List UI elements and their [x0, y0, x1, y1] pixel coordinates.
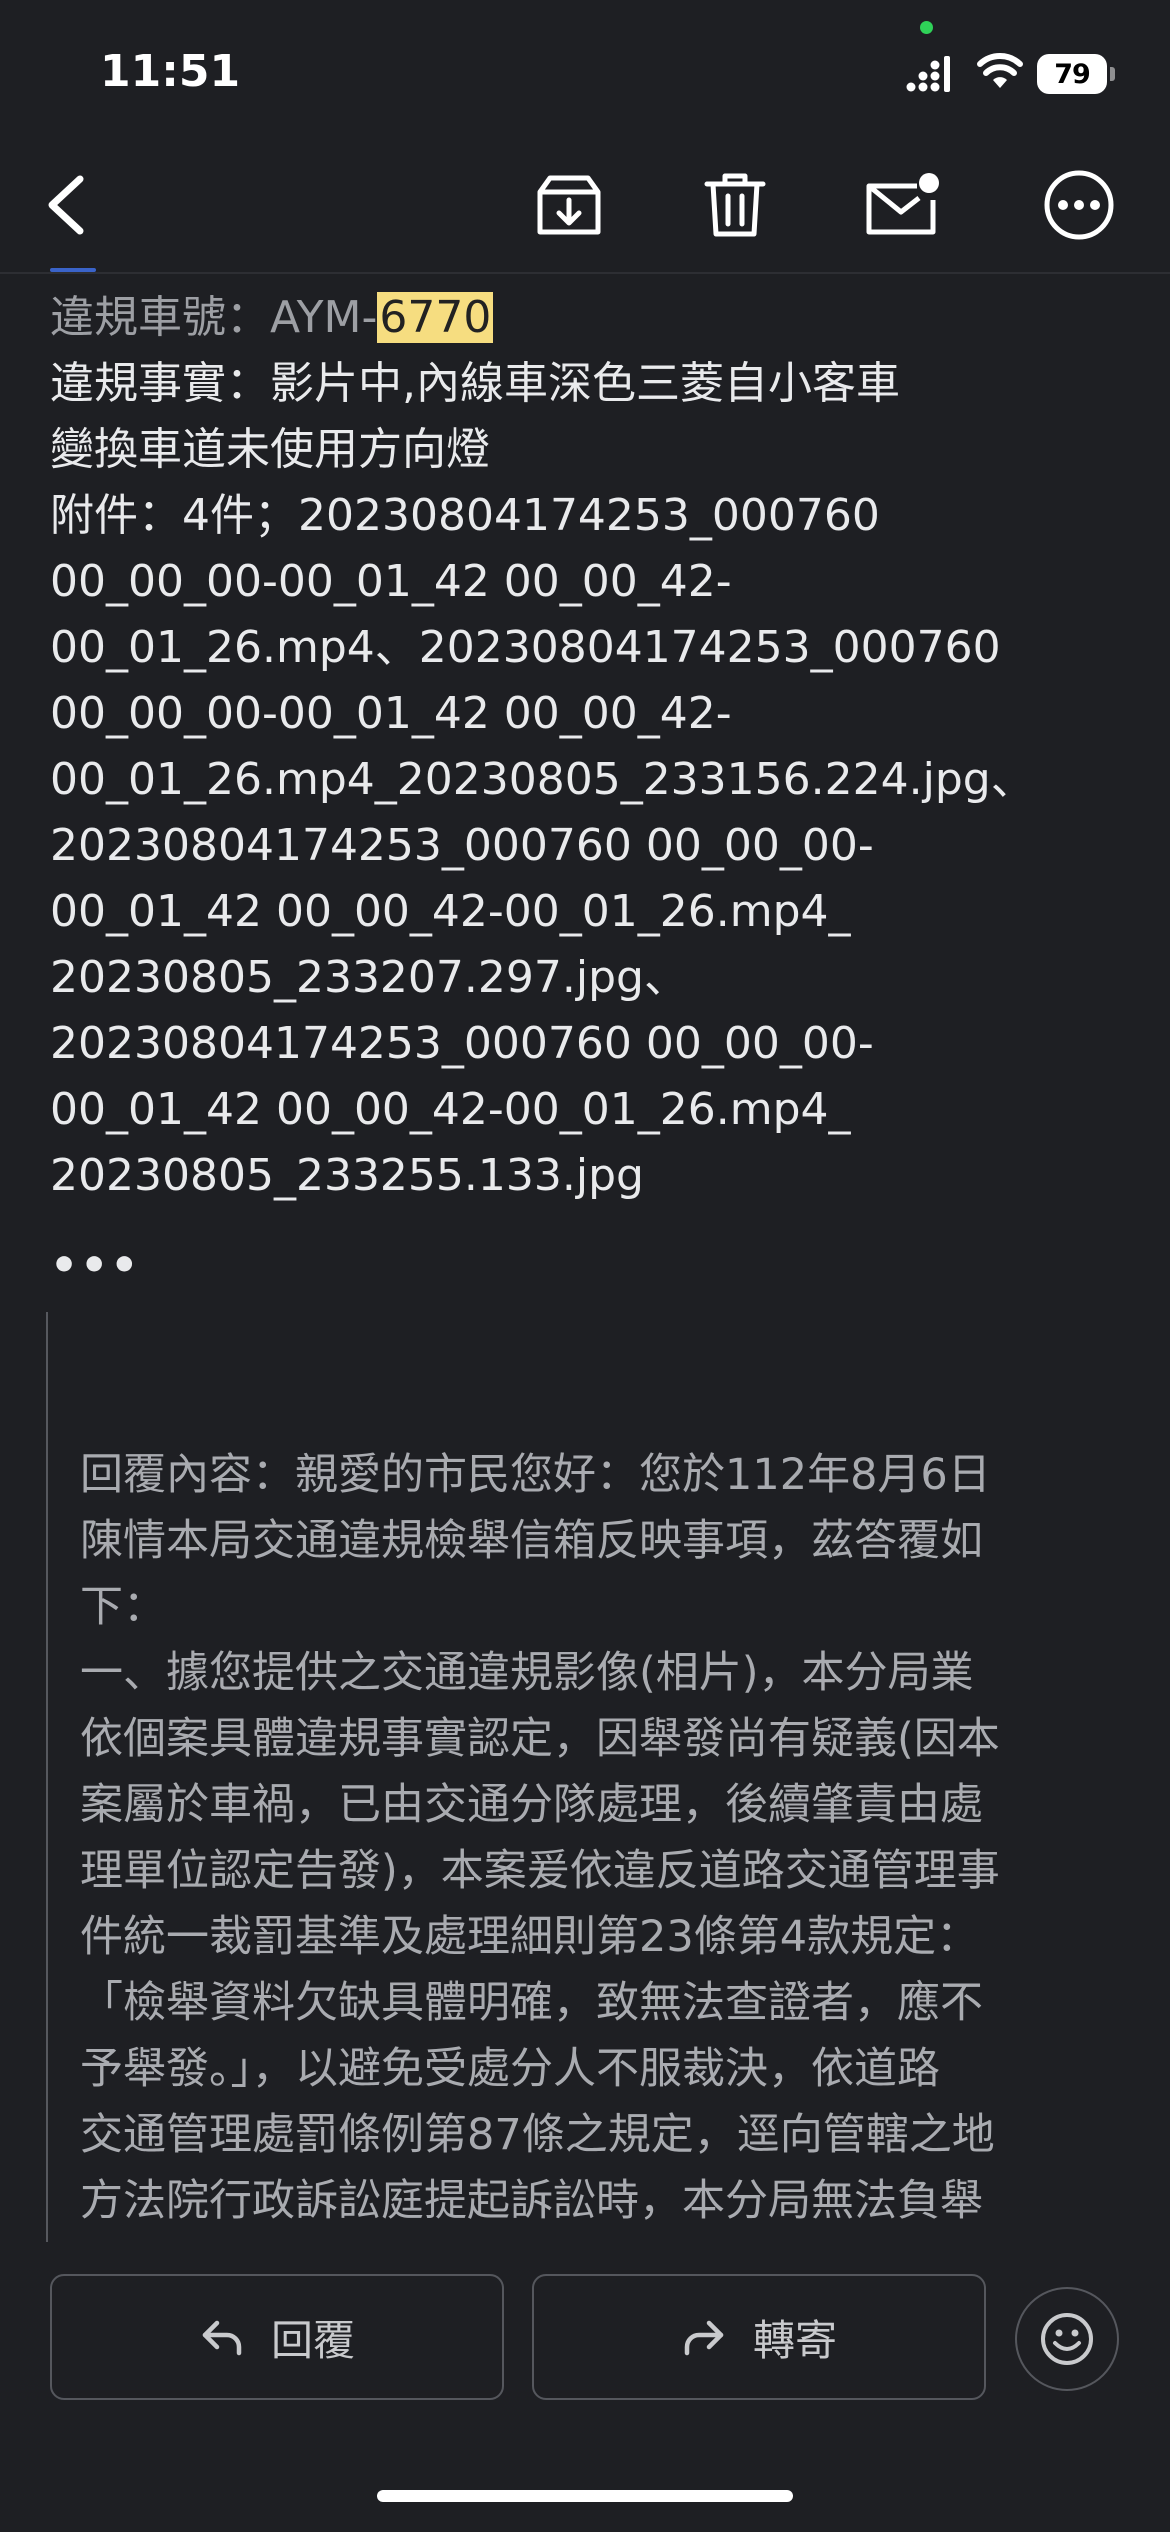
- emoji-icon: [1041, 2313, 1093, 2365]
- battery-level: 79: [1037, 54, 1107, 94]
- quoted-reply: 回覆內容：親愛的市民您好：您於112年8月6日 陳情本局交通違規檢舉信箱反映事項…: [46, 1312, 1132, 2242]
- show-quoted-toggle[interactable]: •••: [50, 1240, 140, 1291]
- battery-icon: 79: [1037, 54, 1115, 94]
- message-body: 違規車號：AYM-6770 違規事實：影片中,內線車深色三菱自小客車 變換車道未…: [50, 285, 1130, 1209]
- quoted-line: 下：: [80, 1582, 166, 1632]
- emoji-reaction-button[interactable]: [1015, 2287, 1119, 2391]
- body-line: 00_01_42 00_00_42-00_01_26.mp4_: [50, 886, 851, 937]
- body-line: 變換車道未使用方向燈: [50, 424, 490, 475]
- wifi-icon: [977, 53, 1023, 88]
- plate-number-line: 違規車號：AYM-6770: [50, 285, 1130, 351]
- quoted-line: 交通管理處罰條例第87條之規定，逕向管轄之地: [80, 2110, 995, 2160]
- quoted-line: 一、據您提供之交通違規影像(相片)，本分局業: [80, 1648, 974, 1698]
- quoted-line: 回覆內容：親愛的市民您好：您於112年8月6日: [80, 1450, 991, 1500]
- status-bar: 11:51 79: [0, 0, 1170, 130]
- status-time: 11:51: [100, 46, 241, 97]
- body-line: 附件：4件；20230804174253_000760: [50, 490, 880, 541]
- delete-button[interactable]: [685, 150, 785, 260]
- body-line: 20230805_233255.133.jpg: [50, 1150, 644, 1201]
- body-line: 00_01_42 00_00_42-00_01_26.mp4_: [50, 1084, 851, 1135]
- action-bar: 回覆 轉寄: [0, 2262, 1170, 2412]
- quoted-line: 案屬於車禍，已由交通分隊處理，後續肇責由處: [80, 1780, 983, 1830]
- back-icon: [48, 175, 84, 235]
- quoted-line: 理單位認定告發)，本案爰依違反道路交通管理事: [80, 1846, 1000, 1896]
- quoted-line: 予舉發。」，以避免受處分人不服裁決，依道路: [80, 2044, 940, 2094]
- reply-button[interactable]: 回覆: [50, 2274, 504, 2400]
- back-button[interactable]: [16, 150, 116, 260]
- mail-unread-icon: [866, 173, 939, 235]
- quoted-line: 件統一裁罰基準及處理細則第23條第4款規定：: [80, 1912, 980, 1962]
- body-line: 00_00_00-00_01_42 00_00_42-: [50, 556, 732, 607]
- battery-tip: [1110, 67, 1115, 81]
- body-line: 20230804174253_000760 00_00_00-: [50, 820, 874, 871]
- body-line: 違規事實：影片中,內線車深色三菱自小客車: [50, 358, 900, 409]
- body-line: 20230805_233207.297.jpg、: [50, 952, 688, 1003]
- scroll-marker: [50, 268, 96, 272]
- body-line: 00_00_00-00_01_42 00_00_42-: [50, 688, 732, 739]
- toolbar-divider: [0, 272, 1170, 274]
- forward-arrow-icon: [684, 2320, 724, 2356]
- camera-indicator-dot: [920, 21, 933, 34]
- more-button[interactable]: [1029, 150, 1129, 260]
- mark-unread-button[interactable]: [853, 150, 953, 260]
- reply-arrow-icon: [202, 2320, 242, 2356]
- body-line: 20230804174253_000760 00_00_00-: [50, 1018, 874, 1069]
- forward-button[interactable]: 轉寄: [532, 2274, 986, 2400]
- body-line: 00_01_26.mp4_20230805_233156.224.jpg、: [50, 754, 1035, 805]
- trash-icon: [704, 173, 766, 237]
- mail-toolbar: [0, 150, 1170, 270]
- quoted-line: 依個案具體違規事實認定，因舉發尚有疑義(因本: [80, 1714, 1000, 1764]
- cellular-signal-icon: [906, 56, 950, 92]
- quoted-text: 回覆內容：親愛的市民您好：您於112年8月6日 陳情本局交通違規檢舉信箱反映事項…: [80, 1442, 1120, 2234]
- plate-label: 違規車號：AYM-: [50, 292, 378, 343]
- body-line: 00_01_26.mp4、20230804174253_000760: [50, 622, 1001, 673]
- forward-label: 轉寄: [752, 2315, 837, 2365]
- more-icon: [1044, 170, 1114, 240]
- quoted-line: 「檢舉資料欠缺具體明確，致無法查證者，應不: [80, 1978, 983, 2028]
- archive-icon: [537, 175, 601, 235]
- quoted-line: 陳情本局交通違規檢舉信箱反映事項，茲答覆如: [80, 1516, 983, 1566]
- search-highlight: 6770: [377, 292, 494, 343]
- quoted-line: 方法院行政訴訟庭提起訴訟時，本分局無法負舉: [80, 2176, 983, 2226]
- home-indicator[interactable]: [377, 2490, 793, 2502]
- archive-button[interactable]: [519, 150, 619, 260]
- reply-label: 回覆: [270, 2315, 355, 2365]
